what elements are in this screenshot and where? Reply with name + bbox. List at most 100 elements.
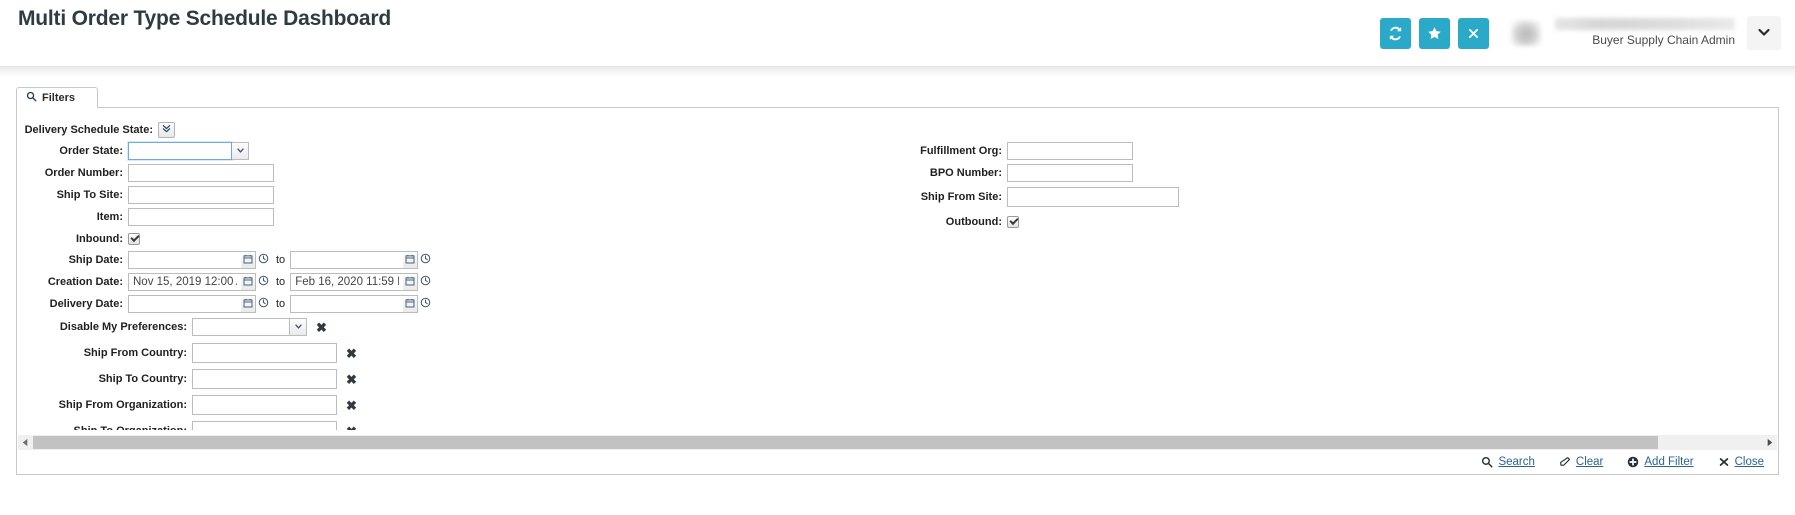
label-ship-to-organization: Ship To Organization: — [17, 425, 192, 430]
filter-row-outbound: Outbound: — [897, 212, 1019, 232]
filter-row-order-number: Order Number: — [17, 163, 274, 183]
ship-date-to-input[interactable] — [290, 251, 404, 269]
plus-circle-icon — [1627, 456, 1639, 468]
remove-filter-ship-from-organization[interactable]: ✖ — [346, 399, 357, 412]
ship-date-separator: to — [276, 254, 286, 266]
filter-row-delivery-schedule-state: Delivery Schedule State: — [17, 120, 175, 140]
delivery-schedule-state-expand-button[interactable] — [158, 122, 175, 138]
ship-date-from-time-button[interactable] — [256, 251, 271, 269]
creation-date-separator: to — [276, 276, 286, 288]
inbound-checkbox[interactable] — [128, 233, 140, 245]
avatar — [1511, 20, 1541, 46]
delivery-date-to-time-button[interactable] — [418, 295, 433, 313]
tab-filters[interactable]: Filters — [16, 87, 99, 108]
order-state-input[interactable] — [128, 142, 232, 160]
add-filter-link-label: Add Filter — [1644, 456, 1694, 468]
filter-row-ship-to-organization: Ship To Organization: ✖ — [17, 421, 357, 430]
delivery-date-to-input[interactable] — [290, 295, 404, 313]
remove-filter-ship-to-organization[interactable]: ✖ — [346, 425, 357, 431]
add-filter-link[interactable]: Add Filter — [1627, 456, 1694, 468]
label-ship-from-country: Ship From Country: — [83, 347, 187, 359]
ship-from-organization-input[interactable] — [192, 395, 337, 415]
label-delivery-schedule-state: Delivery Schedule State: — [24, 124, 153, 136]
disable-my-preferences-dropdown-button[interactable] — [290, 318, 307, 336]
ship-date-to-calendar-button[interactable] — [403, 251, 419, 269]
label-ship-to-site: Ship To Site: — [56, 189, 123, 201]
label-item: Item: — [96, 211, 123, 223]
scroll-right-button[interactable] — [1762, 435, 1777, 450]
filter-row-disable-my-preferences: Disable My Preferences: ✖ — [17, 317, 327, 337]
filter-row-ship-to-site: Ship To Site: — [17, 185, 274, 205]
ship-from-site-input[interactable] — [1007, 187, 1179, 207]
tab-strip: Filters — [16, 87, 1779, 108]
clear-link[interactable]: Clear — [1559, 456, 1603, 468]
user-menu[interactable]: Buyer Supply Chain Admin — [1511, 18, 1735, 48]
close-button[interactable] — [1458, 17, 1489, 49]
ship-date-to-time-button[interactable] — [418, 251, 433, 269]
label-fulfillment-org: Fulfillment Org: — [920, 145, 1002, 157]
close-x-icon — [1718, 456, 1730, 468]
refresh-icon — [1388, 26, 1403, 41]
creation-date-from-time-button[interactable] — [256, 273, 271, 291]
ship-to-organization-input[interactable] — [192, 421, 337, 430]
filters-panel: Delivery Schedule State: Order State: Or… — [16, 107, 1779, 475]
bpo-number-input[interactable] — [1007, 164, 1133, 182]
label-ship-from-site: Ship From Site: — [920, 191, 1002, 203]
creation-date-to-input[interactable] — [290, 273, 404, 291]
creation-date-to-calendar-button[interactable] — [403, 273, 419, 291]
label-ship-from-organization: Ship From Organization: — [58, 399, 187, 411]
remove-filter-ship-to-country[interactable]: ✖ — [346, 373, 357, 386]
order-state-combo[interactable] — [128, 142, 249, 160]
scrollbar-thumb[interactable] — [33, 436, 1659, 449]
filter-row-fulfillment-org: Fulfillment Org: — [897, 141, 1133, 161]
disable-my-preferences-combo[interactable] — [192, 318, 307, 336]
close-link-label: Close — [1734, 456, 1764, 468]
filters-form: Delivery Schedule State: Order State: Or… — [17, 108, 1778, 430]
label-ship-date: Ship Date: — [68, 254, 123, 266]
label-bpo-number: BPO Number: — [929, 167, 1002, 179]
filter-row-creation-date: Creation Date: Nov 15, 2019 12:00 AM to … — [17, 272, 433, 292]
remove-filter-disable-my-preferences[interactable]: ✖ — [316, 321, 327, 334]
favorite-button[interactable] — [1419, 17, 1450, 49]
ship-from-country-input[interactable] — [192, 343, 337, 363]
search-link[interactable]: Search — [1481, 456, 1535, 468]
label-creation-date: Creation Date: — [47, 276, 123, 288]
ship-date-from-calendar-button[interactable] — [241, 251, 256, 269]
delivery-date-to-calendar-button[interactable] — [403, 295, 419, 313]
creation-date-from-input[interactable] — [128, 273, 241, 291]
page-title: Multi Order Type Schedule Dashboard — [18, 7, 392, 30]
item-input[interactable] — [128, 208, 274, 226]
outbound-checkbox[interactable] — [1007, 216, 1019, 228]
fulfillment-org-input[interactable] — [1007, 142, 1133, 160]
refresh-button[interactable] — [1380, 17, 1411, 49]
label-ship-to-country: Ship To Country: — [98, 373, 187, 385]
chevron-down-icon — [1756, 24, 1772, 43]
disable-my-preferences-input[interactable] — [192, 318, 290, 336]
delivery-date-from-calendar-button[interactable] — [241, 295, 256, 313]
filter-row-ship-from-organization: Ship From Organization: ✖ — [17, 395, 357, 415]
clock-icon — [258, 253, 269, 267]
creation-date-to-time-button[interactable] — [418, 273, 433, 291]
clock-icon — [420, 275, 431, 289]
user-menu-toggle[interactable] — [1747, 16, 1781, 50]
app-header: Multi Order Type Schedule Dashboard Buye… — [0, 0, 1795, 67]
ship-date-from-input[interactable] — [128, 251, 241, 269]
scroll-left-button[interactable] — [18, 435, 33, 450]
close-link[interactable]: Close — [1718, 456, 1764, 468]
eraser-icon — [1559, 456, 1571, 468]
delivery-date-from-input[interactable] — [128, 295, 241, 313]
creation-date-from-calendar-button[interactable] — [241, 273, 256, 291]
label-order-state: Order State: — [59, 145, 123, 157]
delivery-date-from-time-button[interactable] — [256, 295, 271, 313]
clock-icon — [258, 275, 269, 289]
scrollbar-track[interactable] — [33, 436, 1762, 449]
clock-icon — [420, 297, 431, 311]
order-state-dropdown-button[interactable] — [232, 142, 249, 160]
filter-row-order-state: Order State: — [17, 141, 249, 161]
order-number-input[interactable] — [128, 164, 274, 182]
horizontal-scrollbar[interactable] — [18, 435, 1777, 450]
remove-filter-ship-from-country[interactable]: ✖ — [346, 347, 357, 360]
ship-to-country-input[interactable] — [192, 369, 337, 389]
chevron-down-icon — [236, 144, 245, 158]
ship-to-site-input[interactable] — [128, 186, 274, 204]
